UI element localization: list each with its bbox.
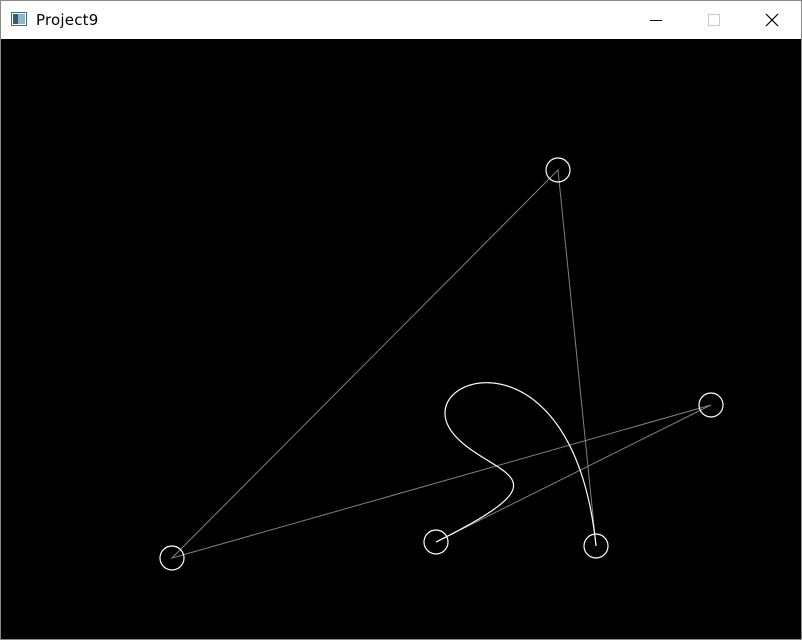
bezier-curve: [435, 382, 597, 547]
title-bar[interactable]: Project9: [1, 1, 801, 39]
maximize-icon: [708, 14, 720, 26]
bezier-scene: [1, 39, 801, 639]
maximize-button[interactable]: [685, 1, 743, 39]
minimize-icon: [650, 20, 662, 21]
window-title: Project9: [36, 11, 99, 29]
drawing-canvas[interactable]: [1, 39, 801, 639]
application-window: Project9: [0, 0, 802, 640]
control-polygon: [170, 168, 712, 560]
close-button[interactable]: [743, 1, 801, 39]
close-icon: [765, 13, 779, 27]
minimize-button[interactable]: [627, 1, 685, 39]
application-window-icon: [11, 12, 27, 26]
